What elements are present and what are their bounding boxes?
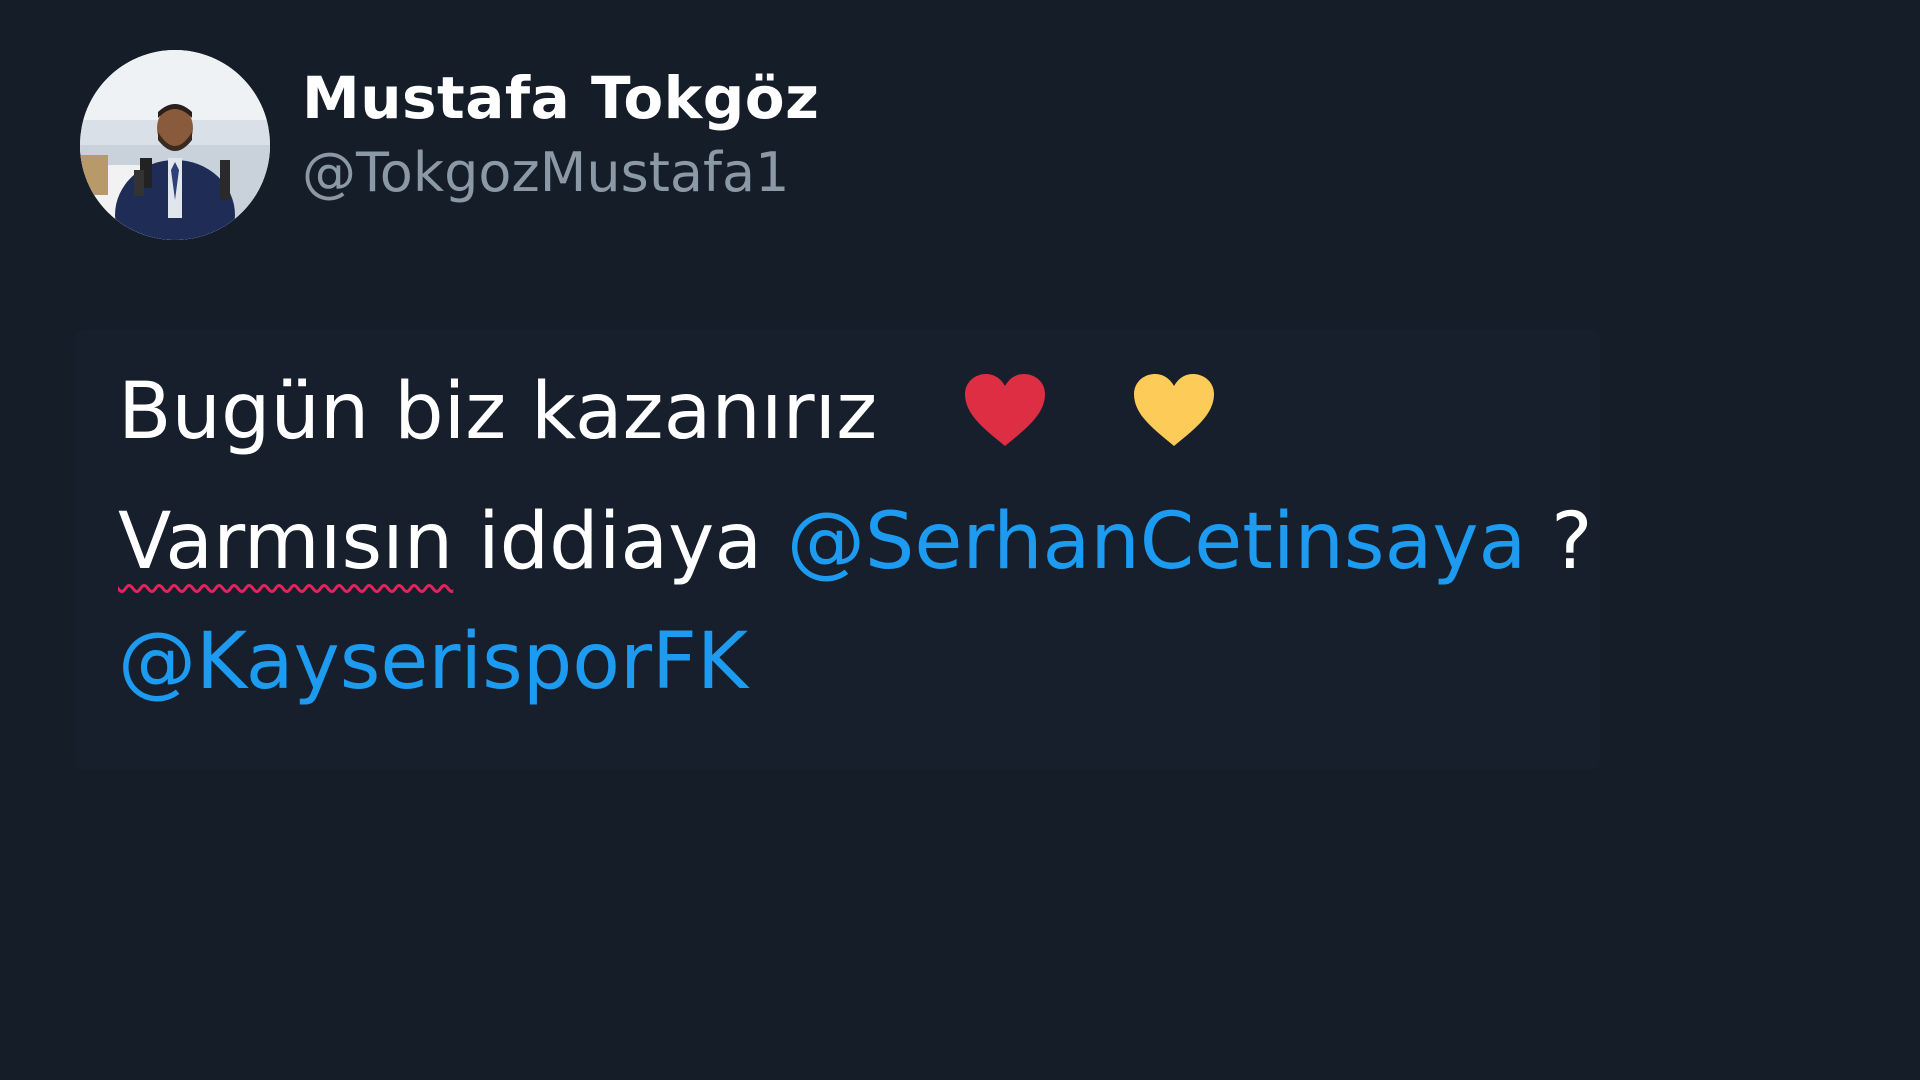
tweet-text: Bugün biz kazanırız Varmısın iddiaya @Se…: [118, 352, 1678, 722]
tweet-line-3: @KayserisporFK: [118, 602, 1678, 722]
yellow-heart-icon: [1132, 362, 1216, 482]
tweet-text-question: ?: [1526, 497, 1593, 587]
author-identity: Mustafa Tokgöz @TokgozMustafa1: [302, 67, 819, 203]
author-handle[interactable]: @TokgozMustafa1: [302, 143, 819, 203]
mention-link[interactable]: @SerhanCetinsaya: [787, 497, 1526, 587]
tweet-text-line2: iddiaya: [453, 497, 787, 587]
avatar[interactable]: [80, 50, 270, 240]
tweet-header: Mustafa Tokgöz @TokgozMustafa1: [80, 50, 819, 240]
tweet-text-line1: Bugün biz kazanırız: [118, 367, 878, 457]
mention-link[interactable]: @KayserisporFK: [118, 617, 748, 707]
avatar-photo: [80, 50, 270, 240]
tweet-line-1: Bugün biz kazanırız: [118, 352, 1678, 482]
author-display-name[interactable]: Mustafa Tokgöz: [302, 67, 819, 131]
tweet-line-2: Varmısın iddiaya @SerhanCetinsaya ?: [118, 482, 1678, 602]
misspelled-word[interactable]: Varmısın: [118, 497, 453, 587]
red-heart-icon: [963, 362, 1047, 482]
